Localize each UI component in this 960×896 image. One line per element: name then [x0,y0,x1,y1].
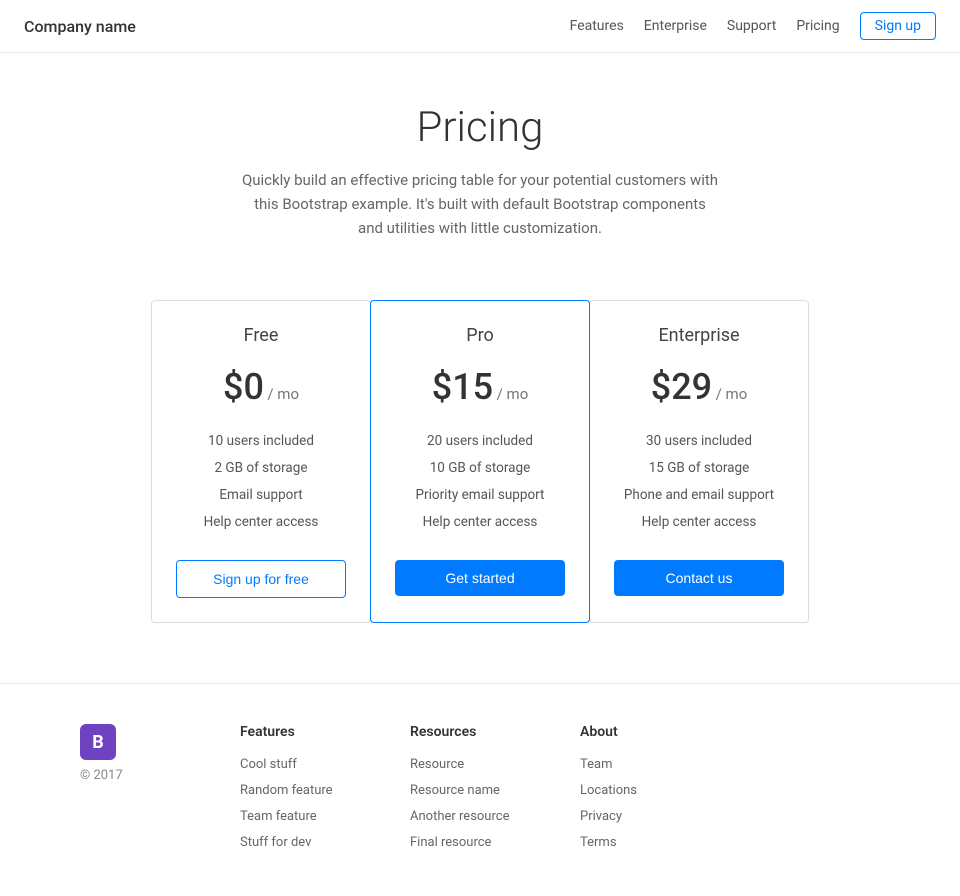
nav-pricing[interactable]: Pricing [796,18,839,34]
feature-item: 10 users included [176,428,346,455]
navbar: Company name Features Enterprise Support… [0,0,960,53]
features-list-pro: 20 users included10 GB of storagePriorit… [395,428,565,536]
pricing-card-pro: Pro $15 / mo 20 users included10 GB of s… [370,300,590,623]
plan-name-pro: Pro [395,325,565,346]
footer-link[interactable]: Stuff for dev [240,830,370,856]
signup-button[interactable]: Sign up [860,12,936,40]
nav-features[interactable]: Features [570,18,624,34]
footer-col-features: Features Cool stuffRandom featureTeam fea… [240,724,370,856]
feature-item: 15 GB of storage [614,455,784,482]
nav-links: Features Enterprise Support Pricing Sign… [570,12,936,40]
plan-name-free: Free [176,325,346,346]
footer-brand: B © 2017 [80,724,200,856]
feature-item: 20 users included [395,428,565,455]
feature-item: 2 GB of storage [176,455,346,482]
cta-button-enterprise[interactable]: Contact us [614,560,784,596]
feature-item: 30 users included [614,428,784,455]
feature-item: Help center access [614,509,784,536]
footer-col-resources: Resources ResourceResource nameAnother re… [410,724,540,856]
footer-link[interactable]: Privacy [580,804,710,830]
hero-section: Pricing Quickly build an effective prici… [0,53,960,280]
plan-price-enterprise: $29 / mo [614,366,784,408]
nav-support[interactable]: Support [727,18,776,34]
feature-item: Help center access [176,509,346,536]
footer-link[interactable]: Locations [580,778,710,804]
feature-item: Priority email support [395,482,565,509]
nav-enterprise[interactable]: Enterprise [644,18,707,34]
footer-col-about: About TeamLocationsPrivacyTerms [580,724,710,856]
pricing-card-free: Free $0 / mo 10 users included2 GB of st… [151,300,371,623]
features-list-free: 10 users included2 GB of storageEmail su… [176,428,346,536]
footer-link[interactable]: Final resource [410,830,540,856]
footer-col-heading: About [580,724,710,740]
plan-price-pro: $15 / mo [395,366,565,408]
cta-button-free[interactable]: Sign up for free [176,560,346,598]
footer-link[interactable]: Terms [580,830,710,856]
footer-link[interactable]: Random feature [240,778,370,804]
hero-description: Quickly build an effective pricing table… [240,168,720,240]
brand-name: Company name [24,17,136,36]
feature-item: Phone and email support [614,482,784,509]
pricing-section: Free $0 / mo 10 users included2 GB of st… [0,280,960,683]
footer-link[interactable]: Team feature [240,804,370,830]
footer-link[interactable]: Resource name [410,778,540,804]
footer-columns: Features Cool stuffRandom featureTeam fea… [240,724,710,856]
footer-link[interactable]: Team [580,752,710,778]
footer-col-heading: Features [240,724,370,740]
footer-link[interactable]: Cool stuff [240,752,370,778]
footer-link[interactable]: Another resource [410,804,540,830]
feature-item: Email support [176,482,346,509]
cta-button-pro[interactable]: Get started [395,560,565,596]
plan-price-free: $0 / mo [176,366,346,408]
feature-item: Help center access [395,509,565,536]
footer: B © 2017 Features Cool stuffRandom featur… [0,683,960,896]
footer-year: © 2017 [80,768,123,783]
footer-col-heading: Resources [410,724,540,740]
hero-title: Pricing [20,103,940,152]
features-list-enterprise: 30 users included15 GB of storagePhone a… [614,428,784,536]
plan-name-enterprise: Enterprise [614,325,784,346]
pricing-card-enterprise: Enterprise $29 / mo 30 users included15 … [589,300,809,623]
footer-logo: B [80,724,116,760]
footer-link[interactable]: Resource [410,752,540,778]
feature-item: 10 GB of storage [395,455,565,482]
